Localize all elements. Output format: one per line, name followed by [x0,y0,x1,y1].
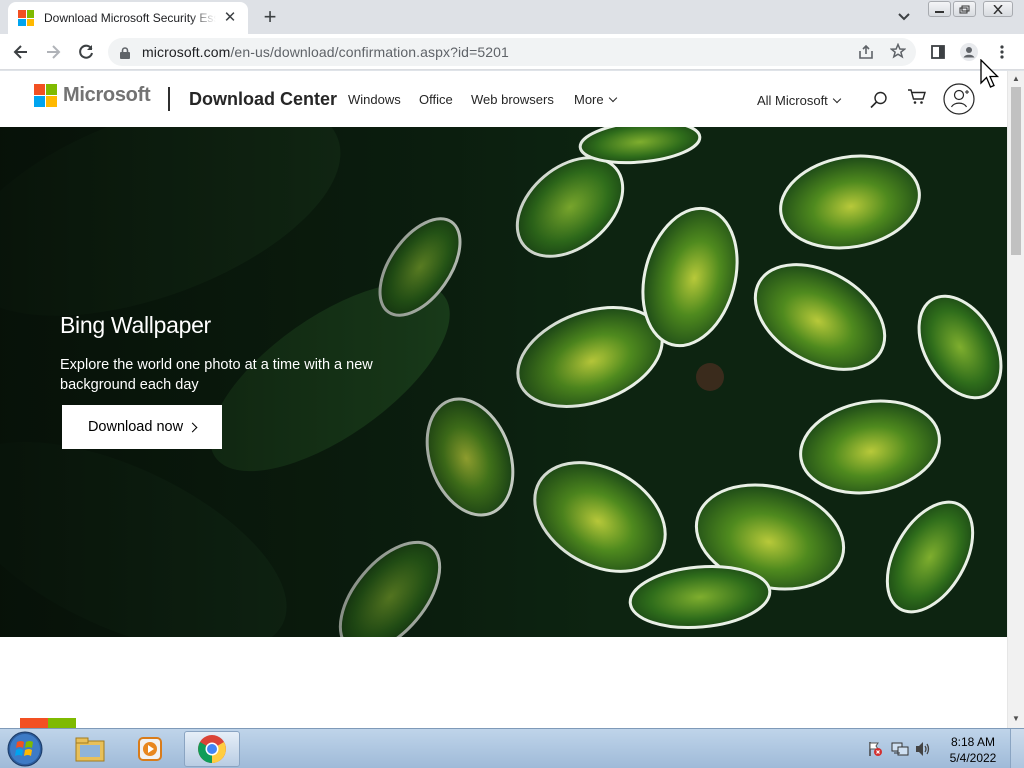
taskbar-chrome[interactable] [184,731,240,767]
microsoft-logo[interactable]: Microsoft [34,84,151,107]
clock-date: 5/4/2022 [949,751,997,765]
tab-search-chevron-icon[interactable] [894,9,914,25]
hero-description: Explore the world one photo at a time wi… [60,357,373,393]
page-scrollbar[interactable]: ▲ ▼ [1007,71,1024,728]
close-window-button[interactable] [983,1,1013,17]
close-tab-icon[interactable]: ✕ [222,10,238,26]
address-bar[interactable]: microsoft.com/en-us/download/confirmatio… [108,38,916,66]
chevron-down-icon [608,93,617,103]
microsoft-squares-icon [34,84,57,107]
nav-web-browsers[interactable]: Web browsers [471,92,554,107]
nav-windows[interactable]: Windows [348,92,401,107]
reload-icon[interactable] [74,40,98,64]
cart-icon[interactable] [907,88,927,111]
download-center-title[interactable]: Download Center [189,89,337,110]
lock-icon[interactable] [120,46,130,64]
action-center-flag-icon[interactable] [867,741,883,762]
start-button[interactable] [5,730,45,768]
clock-time: 8:18 AM [950,735,996,749]
forward-arrow-icon[interactable] [41,40,65,64]
volume-icon[interactable] [914,741,932,762]
hero-banner: Bing Wallpaper Explore the world one pho… [0,127,1007,637]
tab-strip: Download Microsoft Security Essentials ✕… [0,0,1024,34]
tile-red-peek [20,718,48,728]
folder-icon [75,737,105,762]
taskbar-explorer[interactable] [62,731,118,767]
taskbar-media-player[interactable] [122,731,178,767]
all-microsoft-menu[interactable]: All Microsoft [757,93,842,108]
header-divider [168,87,170,111]
scroll-up-arrow-icon[interactable]: ▲ [1012,74,1020,83]
nav-more[interactable]: More [574,92,617,107]
url-text[interactable]: microsoft.com/en-us/download/confirmatio… [142,44,509,60]
browser-toolbar: microsoft.com/en-us/download/confirmatio… [0,34,1024,70]
chrome-icon [198,735,226,763]
new-tab-button[interactable]: + [258,6,282,30]
show-desktop-button[interactable] [1010,729,1024,768]
chevron-right-icon [187,422,198,432]
download-now-label: Download now [87,419,184,435]
taskbar: 8:18 AM 5/4/2022 [0,728,1024,768]
profile-icon[interactable] [957,40,981,64]
nav-office[interactable]: Office [419,92,453,107]
scroll-down-arrow-icon[interactable]: ▼ [1012,714,1020,723]
mouse-cursor-icon [980,59,1000,88]
side-panel-icon[interactable] [926,40,950,64]
media-player-icon [138,737,162,761]
search-icon[interactable] [869,90,889,115]
download-now-button[interactable]: Download now [62,405,222,449]
site-header: Microsoft Download Center Windows Office… [0,71,1007,127]
hero-title: Bing Wallpaper [60,312,211,338]
account-icon[interactable] [942,82,976,121]
network-icon[interactable] [891,741,909,762]
web-page: Microsoft Download Center Windows Office… [0,71,1007,728]
browser-tab[interactable]: Download Microsoft Security Essentials ✕ [8,2,248,34]
system-clock[interactable]: 8:18 AM 5/4/2022 [944,734,1002,766]
scrollbar-thumb[interactable] [1011,87,1021,255]
microsoft-favicon-icon [18,10,34,26]
back-arrow-icon[interactable] [9,40,33,64]
microsoft-wordmark: Microsoft [63,84,151,106]
chevron-down-icon [832,94,842,104]
tile-green-peek [48,718,76,728]
minimize-button[interactable] [928,1,951,17]
share-icon[interactable] [858,44,874,65]
restore-button[interactable] [953,1,976,17]
bookmark-star-icon[interactable] [889,42,907,64]
tab-title: Download Microsoft Security Essentials [44,11,216,25]
